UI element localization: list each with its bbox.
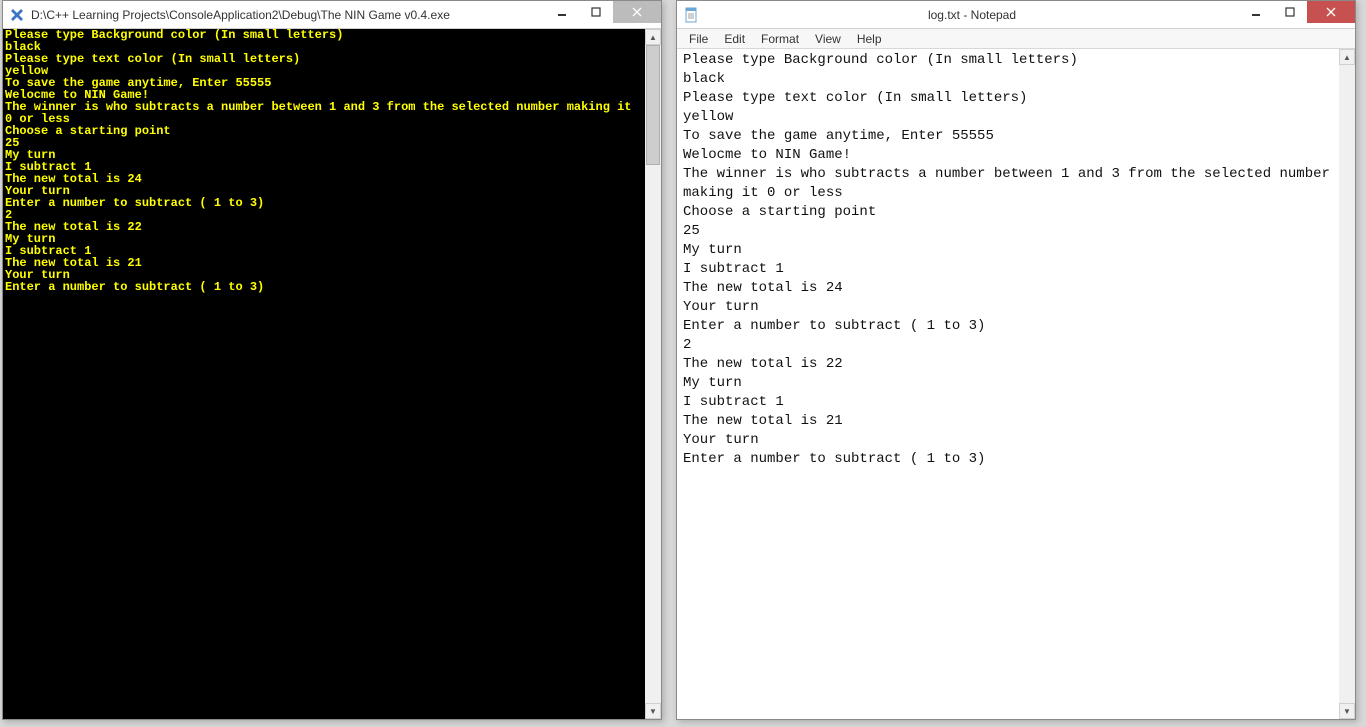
menu-file[interactable]: File — [681, 30, 716, 48]
menubar: File Edit Format View Help — [677, 29, 1355, 49]
app-icon — [9, 7, 25, 23]
menu-edit[interactable]: Edit — [716, 30, 753, 48]
maximize-button[interactable] — [1273, 1, 1307, 23]
console-output: Please type Background color (In small l… — [3, 29, 643, 293]
notepad-body[interactable]: Please type Background color (In small l… — [677, 49, 1355, 719]
minimize-button[interactable] — [545, 1, 579, 23]
notepad-titlebar[interactable]: log.txt - Notepad — [677, 1, 1355, 29]
close-button[interactable] — [613, 1, 661, 23]
console-window: D:\C++ Learning Projects\ConsoleApplicat… — [2, 0, 662, 720]
scroll-track[interactable] — [1339, 65, 1355, 703]
scroll-track[interactable] — [645, 45, 661, 703]
notepad-window: log.txt - Notepad File Edit Format View … — [676, 0, 1356, 720]
menu-help[interactable]: Help — [849, 30, 890, 48]
scroll-up-button[interactable]: ▲ — [1339, 49, 1355, 65]
vertical-scrollbar[interactable]: ▲ ▼ — [1339, 49, 1355, 719]
notepad-content[interactable]: Please type Background color (In small l… — [677, 49, 1337, 471]
vertical-scrollbar[interactable]: ▲ ▼ — [645, 29, 661, 719]
maximize-button[interactable] — [579, 1, 613, 23]
menu-view[interactable]: View — [807, 30, 849, 48]
menu-format[interactable]: Format — [753, 30, 807, 48]
scroll-down-button[interactable]: ▼ — [1339, 703, 1355, 719]
console-title: D:\C++ Learning Projects\ConsoleApplicat… — [31, 8, 545, 22]
minimize-button[interactable] — [1239, 1, 1273, 23]
console-body[interactable]: Please type Background color (In small l… — [3, 29, 661, 719]
notepad-icon — [683, 7, 699, 23]
console-titlebar[interactable]: D:\C++ Learning Projects\ConsoleApplicat… — [3, 1, 661, 29]
scroll-down-button[interactable]: ▼ — [645, 703, 661, 719]
scroll-thumb[interactable] — [646, 45, 660, 165]
window-controls — [545, 1, 661, 23]
close-button[interactable] — [1307, 1, 1355, 23]
notepad-title: log.txt - Notepad — [705, 8, 1239, 22]
scroll-up-button[interactable]: ▲ — [645, 29, 661, 45]
window-controls — [1239, 1, 1355, 23]
